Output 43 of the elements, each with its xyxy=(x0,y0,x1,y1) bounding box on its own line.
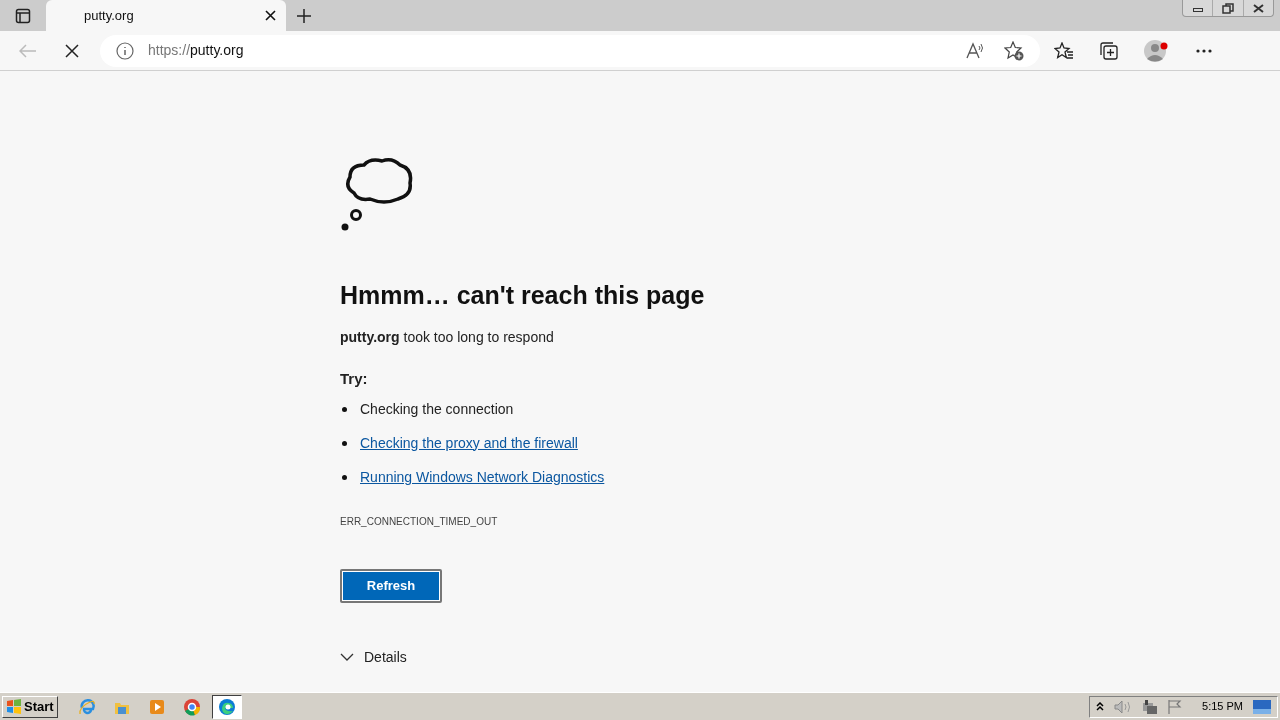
stop-icon[interactable] xyxy=(65,43,79,58)
details-toggle[interactable]: Details xyxy=(364,646,407,668)
minimize-icon xyxy=(1192,8,1203,12)
browser-swirl-icon xyxy=(217,697,236,716)
address-bar[interactable]: https://putty.org xyxy=(100,34,1040,67)
info-icon[interactable] xyxy=(116,41,134,60)
add-favorite-icon[interactable] xyxy=(1004,40,1024,61)
error-code: ERR_CONNECTION_TIMED_OUT xyxy=(340,514,498,529)
error-message: putty.org took too long to respond xyxy=(340,328,554,347)
show-desktop-icon[interactable] xyxy=(1253,699,1271,714)
collections-icon[interactable] xyxy=(1100,41,1118,60)
play-tile-icon xyxy=(147,697,166,716)
restore-icon xyxy=(1222,2,1234,14)
more-icon[interactable] xyxy=(1196,48,1212,53)
close-icon xyxy=(1252,3,1264,13)
url-text: https://putty.org xyxy=(148,41,244,60)
show-hidden-icons-icon[interactable] xyxy=(1096,702,1105,711)
favorites-icon[interactable] xyxy=(1054,41,1074,60)
globe-e-icon xyxy=(77,697,96,716)
new-tab-icon[interactable] xyxy=(297,8,311,23)
suggestion-link[interactable]: Running Windows Network Diagnostics xyxy=(360,466,605,488)
bullet-icon xyxy=(342,474,347,480)
windows-logo-icon xyxy=(6,699,22,714)
network-icon[interactable] xyxy=(1142,699,1159,714)
try-label: Try: xyxy=(340,369,368,389)
flag-icon[interactable] xyxy=(1168,699,1183,714)
error-heading: Hmmm… can't reach this page xyxy=(340,280,705,310)
clock[interactable]: 5:15 PM xyxy=(1202,698,1243,715)
start-button[interactable]: Start xyxy=(2,695,58,718)
close-tab-icon[interactable] xyxy=(265,10,276,21)
suggestion-link[interactable]: Checking the proxy and the firewall xyxy=(360,432,578,454)
browser-tab[interactable]: putty.org xyxy=(46,0,286,31)
refresh-button[interactable]: Refresh xyxy=(340,568,442,603)
profile-avatar-icon[interactable] xyxy=(1144,38,1170,63)
bullet-icon xyxy=(342,440,347,446)
taskbar-app-button[interactable] xyxy=(211,694,242,719)
suggestion-text: Checking the connection xyxy=(360,399,514,419)
read-aloud-icon[interactable] xyxy=(966,41,986,60)
bullet-icon xyxy=(342,406,347,412)
browser-circle-icon xyxy=(182,697,201,716)
chevron-down-icon[interactable] xyxy=(340,653,354,661)
tab-actions-icon[interactable] xyxy=(15,7,31,24)
thought-cloud-icon xyxy=(340,157,414,233)
